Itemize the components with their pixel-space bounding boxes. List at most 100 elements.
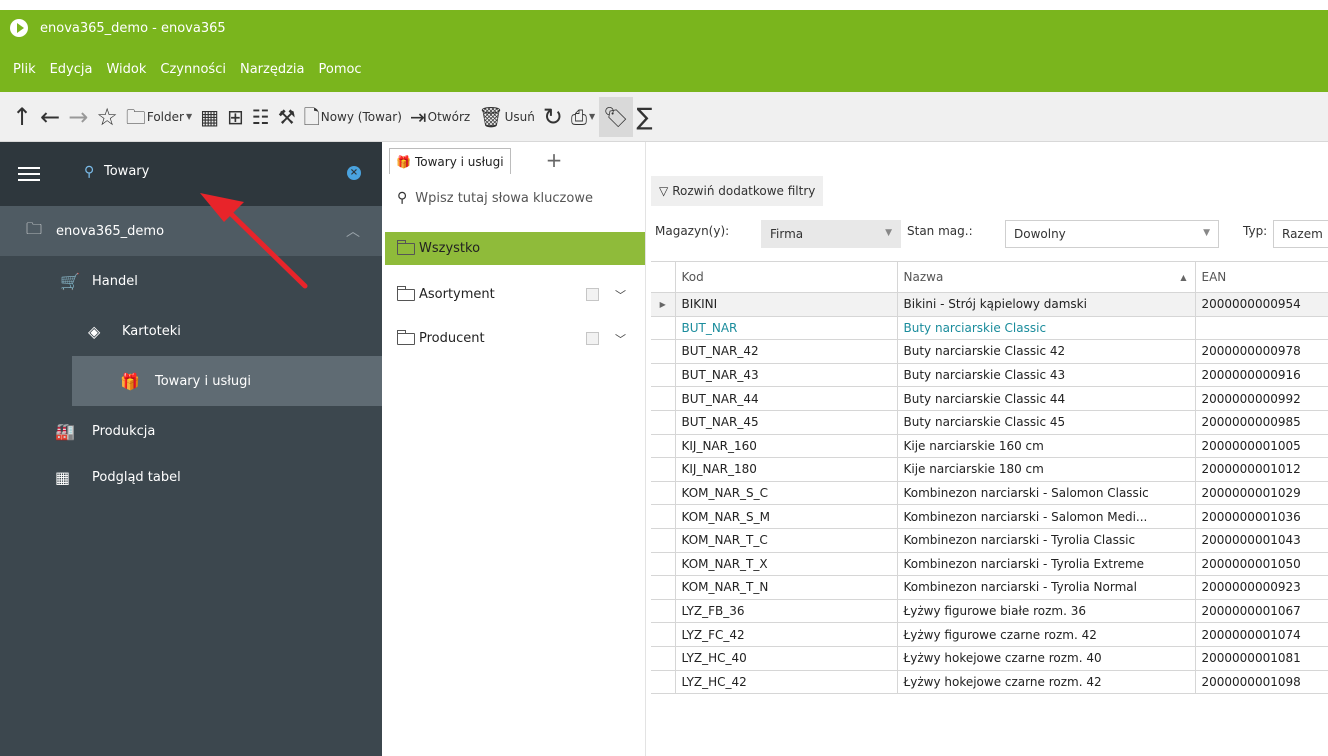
asortyment-checkbox[interactable] [586,288,599,301]
cell-nazwa[interactable]: Łyżwy figurowe białe rozm. 36 [896,598,1196,624]
cell-nazwa[interactable]: Kombinezon narciarski - Tyrolia Normal [896,575,1196,600]
table-row[interactable]: BUT_NAR_44 Buty narciarskie Classic 44 200… [651,386,1328,411]
print-button[interactable]: ⎙ ▼ [567,97,599,137]
producent-checkbox[interactable] [586,332,599,345]
table-row[interactable]: KIJ_NAR_160 Kije narciarskie 160 cm 200000… [651,433,1328,459]
cell-kod[interactable]: KOM_NAR_T_N [674,575,898,600]
add-tab-button[interactable]: + [541,148,567,174]
filter-asortyment[interactable]: Asortyment ﹀ [385,278,645,311]
cell-ean[interactable]: 2000000001081 [1194,645,1328,671]
sidebar-item-podglad-tabel[interactable]: ▦ Podgląd tabel [0,452,382,502]
cell-kod[interactable]: BUT_NAR_42 [674,339,898,364]
delete-button[interactable]: 🗑 Usuń [474,97,539,137]
table-row[interactable]: BUT_NAR Buty narciarskie Classic [651,315,1328,341]
favorite-button[interactable]: ☆ [92,97,122,137]
cell-kod[interactable]: KOM_NAR_T_X [674,551,898,577]
cell-kod[interactable]: BUT_NAR [674,315,898,341]
cell-ean[interactable]: 2000000000985 [1194,409,1328,435]
column-header-kod[interactable]: Kod [674,261,898,293]
tiles-view-button[interactable]: ⊞ [223,97,248,137]
chevron-down-icon[interactable]: ﹀ [615,331,626,347]
up-button[interactable]: ↑ [8,97,36,137]
filter-wszystko[interactable]: Wszystko [385,232,645,265]
cell-ean[interactable]: 2000000000923 [1194,575,1328,600]
hamburger-menu-icon[interactable] [18,167,40,181]
table-row[interactable]: KOM_NAR_T_C Kombinezon narciarski - Tyrol… [651,527,1328,553]
table-row[interactable]: LYZ_HC_42 Łyżwy hokejowe czarne rozm. 42 2… [651,669,1328,695]
table-row[interactable]: ▶ BIKINI Bikini - Strój kąpielowy damski 20… [651,292,1328,317]
table-row[interactable]: KOM_NAR_T_X Kombinezon narciarski - Tyrol… [651,551,1328,577]
folder-button[interactable]: 🗀 Folder ▼ [122,97,196,137]
table-row[interactable]: KOM_NAR_S_C Kombinezon narciarski - Salom… [651,480,1328,506]
cell-nazwa[interactable]: Bikini - Strój kąpielowy damski [896,292,1196,317]
table-row[interactable]: KOM_NAR_T_N Kombinezon narciarski - Tyrol… [651,575,1328,600]
cell-nazwa[interactable]: Buty narciarskie Classic 42 [896,339,1196,364]
table-row[interactable]: BUT_NAR_42 Buty narciarskie Classic 42 200… [651,339,1328,364]
cell-ean[interactable]: 2000000000992 [1194,386,1328,411]
refresh-button[interactable]: ↻ [539,97,567,137]
cell-kod[interactable]: LYZ_FC_42 [674,622,898,647]
keyword-search[interactable]: ⚲ Wpisz tutaj słowa kluczowe [397,190,593,206]
cell-nazwa[interactable]: Buty narciarskie Classic 43 [896,362,1196,388]
cell-nazwa[interactable]: Łyżwy figurowe czarne rozm. 42 [896,622,1196,647]
cell-kod[interactable]: KIJ_NAR_180 [674,457,898,482]
cell-nazwa[interactable]: Kije narciarskie 180 cm [896,457,1196,482]
table-view-button[interactable]: ▦ [196,97,223,137]
cell-ean[interactable]: 2000000000978 [1194,339,1328,364]
cell-ean[interactable]: 2000000001050 [1194,551,1328,577]
more-filters-button[interactable]: ▽ Rozwiń dodatkowe filtry [651,176,824,206]
cell-nazwa[interactable]: Buty narciarskie Classic 45 [896,409,1196,435]
cell-kod[interactable]: BUT_NAR_44 [674,386,898,411]
cell-ean[interactable] [1194,315,1328,341]
cell-ean[interactable]: 2000000001067 [1194,598,1328,624]
sidebar-item-kartoteki[interactable]: ◈ Kartoteki [0,306,382,356]
cell-nazwa[interactable]: Łyżwy hokejowe czarne rozm. 40 [896,645,1196,671]
menu-widok[interactable]: Widok [99,58,153,81]
table-row[interactable]: KOM_NAR_S_M Kombinezon narciarski - Salom… [651,504,1328,529]
tools-button[interactable]: ⚒ [274,97,300,137]
cell-nazwa[interactable]: Kombinezon narciarski - Salomon Classic [896,480,1196,506]
cell-ean[interactable]: 2000000001074 [1194,622,1328,647]
cell-ean[interactable]: 2000000001012 [1194,457,1328,482]
cell-kod[interactable]: LYZ_FB_36 [674,598,898,624]
list-settings-button[interactable]: ☷ [248,97,274,137]
cell-kod[interactable]: KIJ_NAR_160 [674,433,898,459]
table-row[interactable]: BUT_NAR_45 Buty narciarskie Classic 45 200… [651,409,1328,435]
table-row[interactable]: LYZ_HC_40 Łyżwy hokejowe czarne rozm. 40 2… [651,645,1328,671]
table-row[interactable]: LYZ_FB_36 Łyżwy figurowe białe rozm. 36 20… [651,598,1328,624]
sidebar-item-enova365-demo[interactable]: 🗀 enova365_demo ︿ [0,206,382,256]
cell-kod[interactable]: KOM_NAR_T_C [674,527,898,553]
keyword-search-input[interactable]: Wpisz tutaj słowa kluczowe [415,191,593,206]
cell-ean[interactable]: 2000000000954 [1194,292,1328,317]
cell-kod[interactable]: KOM_NAR_S_C [674,480,898,506]
cell-ean[interactable]: 2000000000916 [1194,362,1328,388]
type-select[interactable]: Razem [1273,220,1328,248]
cell-kod[interactable]: BUT_NAR_43 [674,362,898,388]
sidebar-item-towary-i-uslugi[interactable]: 🎁 Towary i usługi [72,356,382,406]
cell-ean[interactable]: 2000000001029 [1194,480,1328,506]
menu-pomoc[interactable]: Pomoc [311,58,368,81]
new-item-button[interactable]: 🗋 Nowy (Towar) [300,97,406,137]
sidebar-item-produkcja[interactable]: 🏭 Produkcja [0,406,382,456]
warehouse-select[interactable]: Firma ▼ [761,220,901,248]
cell-ean[interactable]: 2000000001005 [1194,433,1328,459]
chevron-up-icon[interactable]: ︿ [346,221,360,241]
cell-kod[interactable]: LYZ_HC_40 [674,645,898,671]
cell-ean[interactable]: 2000000001043 [1194,527,1328,553]
tag-button[interactable]: 🏷 [599,96,633,137]
sidebar-search-input[interactable]: Towary [104,164,149,179]
cell-kod[interactable]: BUT_NAR_45 [674,409,898,435]
column-header-nazwa[interactable]: Nazwa ▲ [896,261,1196,293]
cell-nazwa[interactable]: Buty narciarskie Classic [896,315,1196,341]
tab-towary-i-uslugi[interactable]: 🎁 Towary i usługi [389,148,511,174]
menu-czynnosci[interactable]: Czynności [153,58,233,81]
forward-button[interactable]: → [64,97,92,137]
cell-kod[interactable]: BIKINI [674,292,898,317]
stock-select[interactable]: Dowolny ▼ [1005,220,1219,248]
cell-nazwa[interactable]: Buty narciarskie Classic 44 [896,386,1196,411]
cell-nazwa[interactable]: Łyżwy hokejowe czarne rozm. 42 [896,669,1196,695]
filter-producent[interactable]: Producent ﹀ [385,322,645,355]
clear-search-icon[interactable]: × [347,166,361,180]
column-header-ean[interactable]: EAN [1194,261,1328,293]
menu-narzedzia[interactable]: Narzędzia [233,58,312,81]
